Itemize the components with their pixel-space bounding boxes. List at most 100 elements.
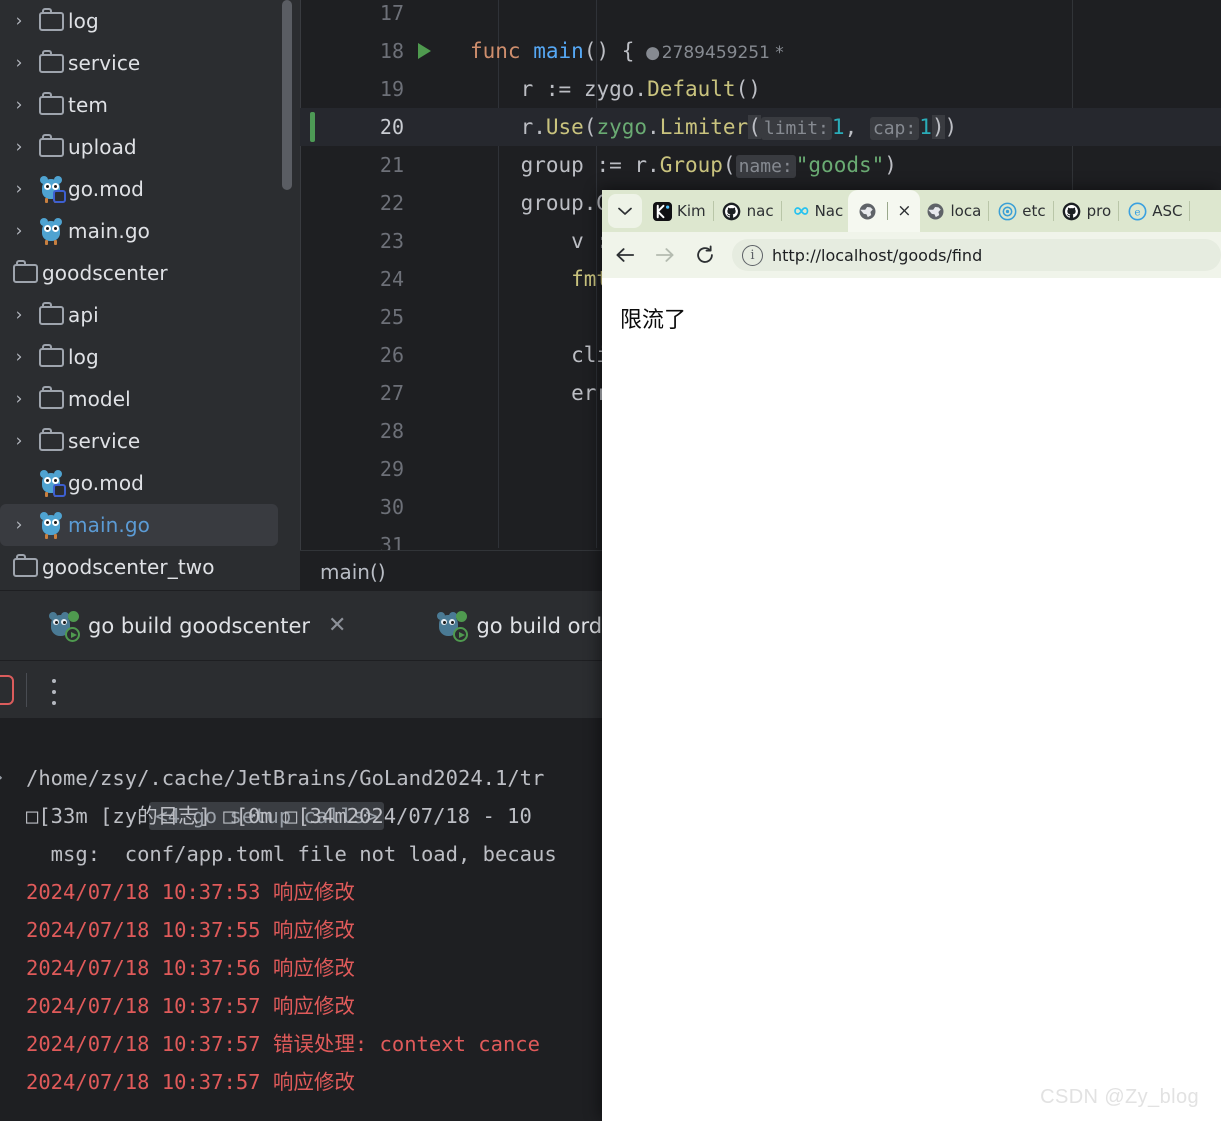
code-text: func main() { ● 2789459251 * [444,39,784,63]
browser-tab-localhost[interactable]: loca [920,190,987,232]
folder-icon [8,259,42,283]
tree-item-goodscenter[interactable]: goodscenter [0,252,300,294]
tree-item-main-go[interactable]: › main.go [0,504,278,546]
browser-tab-etcd[interactable]: etc [991,190,1050,232]
back-button[interactable] [608,238,642,272]
reload-icon [697,245,713,263]
browser-tab-title: etc [1022,202,1046,220]
reload-button[interactable] [688,238,722,272]
project-tree-scrollbar[interactable] [282,0,292,190]
go-mod-icon [34,176,68,203]
run-tab-label: go build goodscenter [88,614,311,638]
browser-tab-strip[interactable]: Kim nac Nac × loca etc pro e ASC [602,190,1221,232]
tree-item-model[interactable]: › model [0,378,300,420]
token-var: group [520,153,584,177]
console-fold-line[interactable]: › <4 go setup calls> [0,721,384,830]
chevron-right-icon[interactable]: › [4,390,34,408]
project-tree[interactable]: › log › service › tem › upload › go.mod › main.go go… [0,0,300,591]
address-bar[interactable]: i http://localhost/goods/find [732,239,1221,271]
chevron-right-icon[interactable]: › [4,54,34,72]
tree-item-log[interactable]: › log [0,336,300,378]
browser-tab-kimi[interactable]: Kim [646,190,711,232]
tree-item-service[interactable]: › service [0,42,300,84]
close-icon[interactable]: × [897,201,911,221]
tab-separator [887,202,889,220]
svg-text:e: e [1134,206,1140,218]
code-line[interactable]: 18 func main() { ● 2789459251 * [300,32,1221,70]
tree-item-label: upload [68,135,137,159]
chevron-right-icon[interactable]: › [4,516,34,534]
chevron-right-icon[interactable]: › [4,432,34,450]
close-icon[interactable]: ✕ [328,615,346,637]
tree-item-label: main.go [68,513,150,537]
chevron-right-icon[interactable]: › [4,138,34,156]
tree-item-label: service [68,51,141,75]
run-gutter-icon[interactable] [404,43,444,59]
tab-divider [988,201,990,221]
code-line[interactable]: 17 [300,0,1221,32]
chevron-right-icon[interactable]: › [4,96,34,114]
tree-item-go-mod[interactable]: › go.mod [0,168,300,210]
browser-tab-project-github[interactable]: pro [1056,190,1117,232]
console-line: □[33m [zy的日志] □[0m □[34m2024/07/18 - 10 [26,804,532,828]
code-line[interactable]: 19 r := zygo.Default() [300,70,1221,108]
code-line-current[interactable]: 20 r.Use(zygo.Limiter(limit: 1, cap: 1)) [300,108,1221,146]
browser-tab-active[interactable]: × [848,190,920,232]
token-paren: ( [583,115,597,139]
browser-toolbar[interactable]: i http://localhost/goods/find [602,232,1221,278]
chevron-right-icon[interactable]: › [4,12,34,30]
run-tab-goodscenter[interactable]: go build goodscenter ✕ [42,591,352,661]
tree-item-log[interactable]: › log [0,0,300,42]
chevron-right-icon[interactable]: › [4,222,34,240]
site-info-icon[interactable]: i [742,244,763,266]
line-number: 23 [379,229,404,253]
more-options-icon[interactable] [52,679,58,705]
line-number: 25 [379,305,404,329]
token-punct: () { [583,39,635,63]
tab-search-button[interactable] [608,194,642,228]
tree-item-main-go[interactable]: › main.go [0,210,300,252]
code-text: r.Use(zygo.Limiter(limit: 1, cap: 1)) [444,115,957,140]
folder-icon [34,7,68,31]
url-text[interactable]: http://localhost/goods/find [772,246,982,265]
folder-icon [34,49,68,73]
token-text: group.G [520,191,610,215]
tree-item-service[interactable]: › service [0,420,300,462]
arrow-right-icon [655,248,674,262]
tree-item-go-mod[interactable]: › go.mod [0,462,300,504]
console-line: 2024/07/18 10:37:56 响应修改 [26,956,355,980]
token-dot: . [634,77,648,101]
github-icon [1061,200,1083,222]
chevron-right-icon[interactable]: › [4,348,34,366]
folder-icon [34,133,68,157]
folder-icon [34,385,68,409]
forward-button[interactable] [648,238,682,272]
tree-item-label: log [68,345,99,369]
code-text: cli [470,343,610,367]
token-function: main [533,39,584,63]
token-operator: := [545,77,572,101]
console-line: msg: conf/app.toml file not load, becaus [26,842,557,866]
browser-tab-nacos-github[interactable]: nac [716,190,779,232]
line-number: 28 [379,419,404,443]
tree-item-label: service [68,429,141,453]
folder-icon [34,427,68,451]
token-method: Use [545,115,584,139]
chevron-right-icon[interactable]: › [4,180,34,198]
code-text: err [470,381,610,405]
browser-tab-nacos[interactable]: Nac [784,190,849,232]
chevron-right-icon[interactable]: › [4,306,34,324]
code-line[interactable]: 21 group := r.Group(name: "goods") [300,146,1221,184]
tree-item-tem[interactable]: › tem [0,84,300,126]
browser-window[interactable]: Kim nac Nac × loca etc pro e ASC i http:… [602,190,1221,1121]
tree-item-api[interactable]: › api [0,294,300,336]
tree-item-label: log [68,9,99,33]
stop-button[interactable] [0,675,14,705]
breadcrumb-item-main[interactable]: main() [320,560,386,584]
tree-item-upload[interactable]: › upload [0,126,300,168]
browser-tab-asc[interactable]: e ASC [1121,190,1187,232]
chevron-right-icon[interactable]: › [0,759,3,797]
tree-item-goodscenter-two[interactable]: goodscenter_two [0,546,300,588]
token-package: zygo [596,115,648,139]
